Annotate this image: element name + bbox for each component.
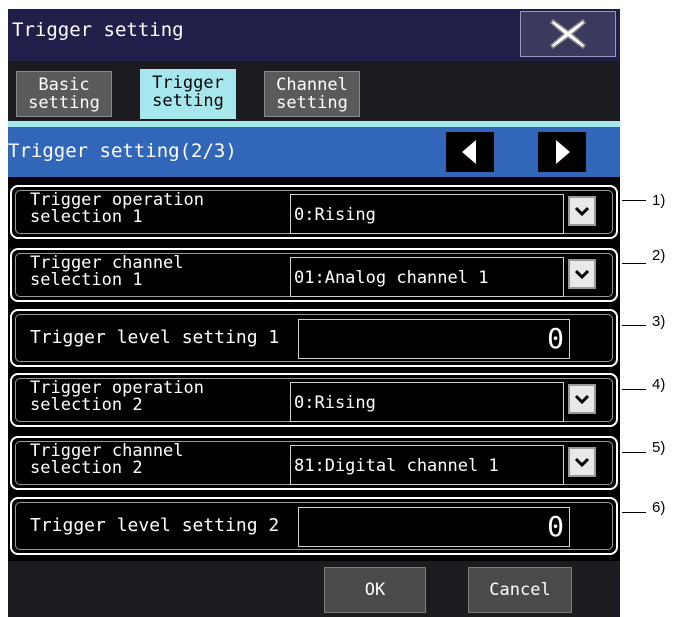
tab-strip: Basic setting Trigger setting Channel se…	[8, 61, 620, 121]
select-value: 01:Analog channel 1	[294, 268, 489, 288]
callout-line	[622, 389, 646, 390]
chevron-down-icon	[575, 206, 589, 216]
row-label: Trigger channel selection 1	[30, 255, 184, 289]
chevron-down-icon	[575, 457, 589, 467]
row-label: Trigger channel selection 2	[30, 443, 184, 477]
tab-trigger-setting[interactable]: Trigger setting	[140, 69, 236, 119]
page-title: Trigger setting(2/3)	[8, 140, 237, 162]
dropdown-button[interactable]	[568, 196, 596, 226]
callout-line	[622, 200, 646, 201]
callout-label: 3)	[652, 313, 666, 330]
row-label-line2: selection 1	[30, 207, 143, 227]
window-title: Trigger setting	[12, 19, 184, 41]
trigger-channel-select-1[interactable]: 01:Analog channel 1	[290, 257, 564, 297]
row-label-line2: selection 2	[30, 395, 143, 415]
tab-label-line2: setting	[152, 91, 224, 111]
trigger-operation-select-2[interactable]: 0:Rising	[290, 382, 564, 422]
trigger-operation-selection-2-row: Trigger operation selection 2 0:Rising	[10, 373, 618, 427]
title-bar: Trigger setting	[8, 9, 620, 61]
trigger-level-setting-2-row: Trigger level setting 2 0	[10, 497, 618, 555]
callout-label: 6)	[652, 499, 666, 516]
tab-label-line1: Trigger	[152, 73, 224, 93]
select-value: 0:Rising	[294, 393, 376, 413]
trigger-level-setting-1-row: Trigger level setting 1 0	[10, 309, 618, 367]
trigger-setting-dialog: Trigger setting Basic setting Trigger se…	[8, 9, 620, 617]
ok-button[interactable]: OK	[324, 567, 426, 613]
select-value: 81:Digital channel 1	[294, 456, 499, 476]
callout-label: 4)	[652, 376, 666, 393]
callout-label: 5)	[652, 439, 666, 456]
trigger-operation-selection-1-row: Trigger operation selection 1 0:Rising	[10, 185, 618, 239]
trigger-level-input-1[interactable]: 0	[298, 319, 570, 359]
page-header-bar: Trigger setting(2/3)	[8, 127, 620, 177]
triangle-right-icon	[556, 140, 570, 164]
input-value: 0	[547, 510, 564, 543]
next-page-button[interactable]	[538, 132, 586, 172]
cancel-button[interactable]: Cancel	[468, 567, 572, 613]
tab-label-line1: Channel	[276, 75, 348, 95]
triangle-left-icon	[462, 140, 476, 164]
input-value: 0	[547, 322, 564, 355]
callout-line	[622, 452, 646, 453]
dropdown-button[interactable]	[568, 447, 596, 477]
row-label: Trigger operation selection 1	[30, 192, 204, 226]
tab-basic-setting[interactable]: Basic setting	[16, 71, 112, 117]
chevron-down-icon	[575, 394, 589, 404]
footer-bar: OK Cancel	[8, 561, 620, 617]
tab-label-line1: Basic	[38, 75, 90, 95]
select-value: 0:Rising	[294, 205, 376, 225]
row-label-line2: selection 2	[30, 458, 143, 478]
callout-line	[622, 512, 646, 513]
callout-line	[622, 263, 646, 264]
callout-line	[622, 325, 646, 326]
trigger-channel-selection-1-row: Trigger channel selection 1 01:Analog ch…	[10, 248, 618, 302]
prev-page-button[interactable]	[446, 132, 494, 172]
row-label: Trigger level setting 1	[30, 327, 280, 348]
dropdown-button[interactable]	[568, 259, 596, 289]
tab-channel-setting[interactable]: Channel setting	[264, 71, 360, 117]
callout-label: 1)	[652, 192, 666, 209]
trigger-channel-select-2[interactable]: 81:Digital channel 1	[290, 445, 564, 485]
chevron-down-icon	[575, 269, 589, 279]
tab-label-line2: setting	[28, 93, 100, 113]
row-label-line2: selection 1	[30, 270, 143, 290]
row-label: Trigger level setting 2	[30, 515, 280, 536]
trigger-level-input-2[interactable]: 0	[298, 507, 570, 547]
close-button[interactable]	[520, 11, 616, 57]
trigger-operation-select-1[interactable]: 0:Rising	[290, 194, 564, 234]
trigger-channel-selection-2-row: Trigger channel selection 2 81:Digital c…	[10, 436, 618, 490]
tab-label-line2: setting	[276, 93, 348, 113]
callout-label: 2)	[652, 247, 666, 264]
dropdown-button[interactable]	[568, 384, 596, 414]
row-label: Trigger operation selection 2	[30, 380, 204, 414]
close-x-icon	[550, 18, 586, 50]
